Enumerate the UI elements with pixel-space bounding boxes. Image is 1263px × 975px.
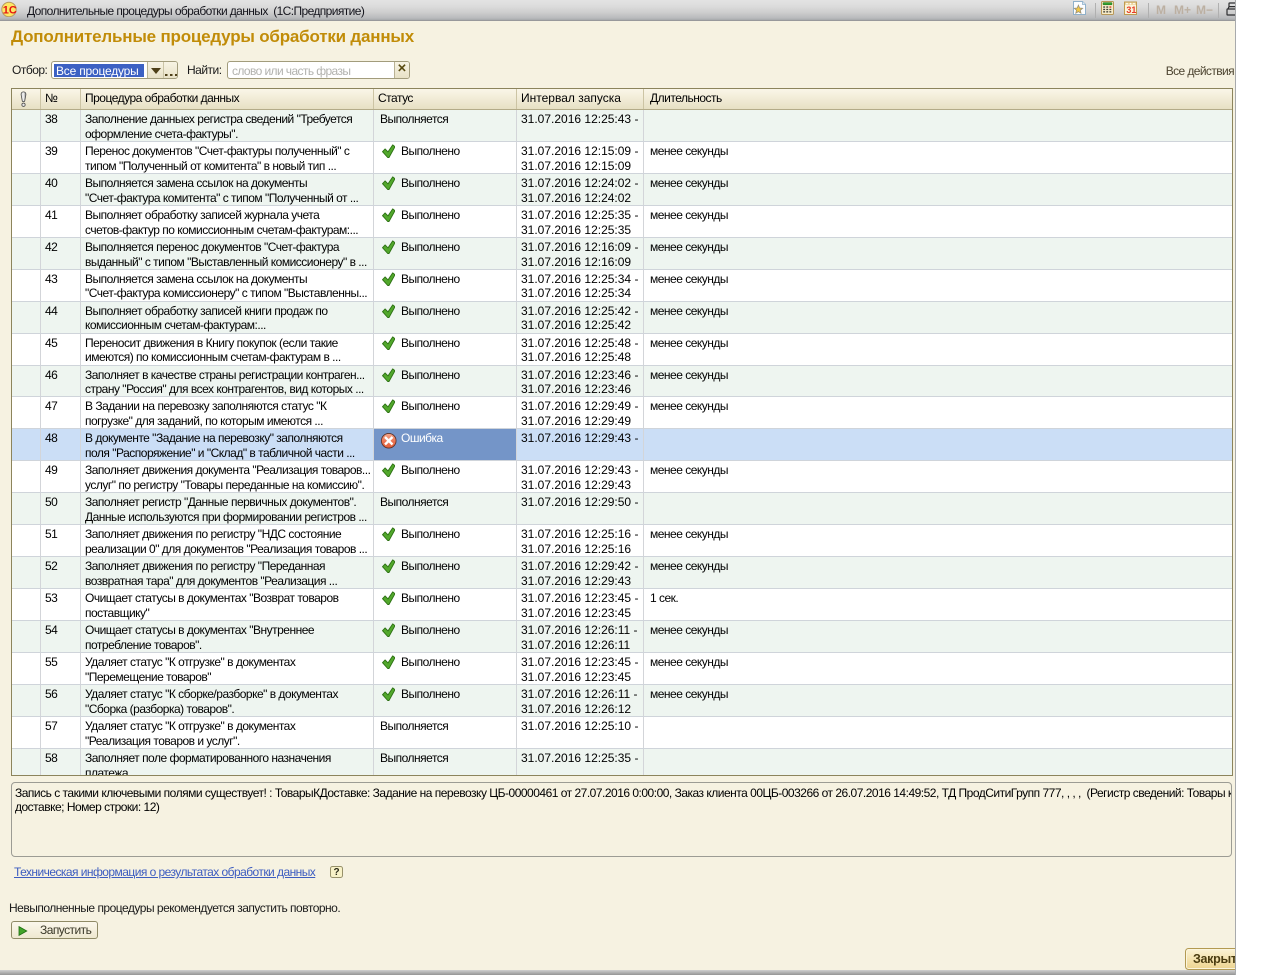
svg-text:1С: 1С [3, 5, 17, 17]
svg-text:31: 31 [1126, 5, 1136, 15]
